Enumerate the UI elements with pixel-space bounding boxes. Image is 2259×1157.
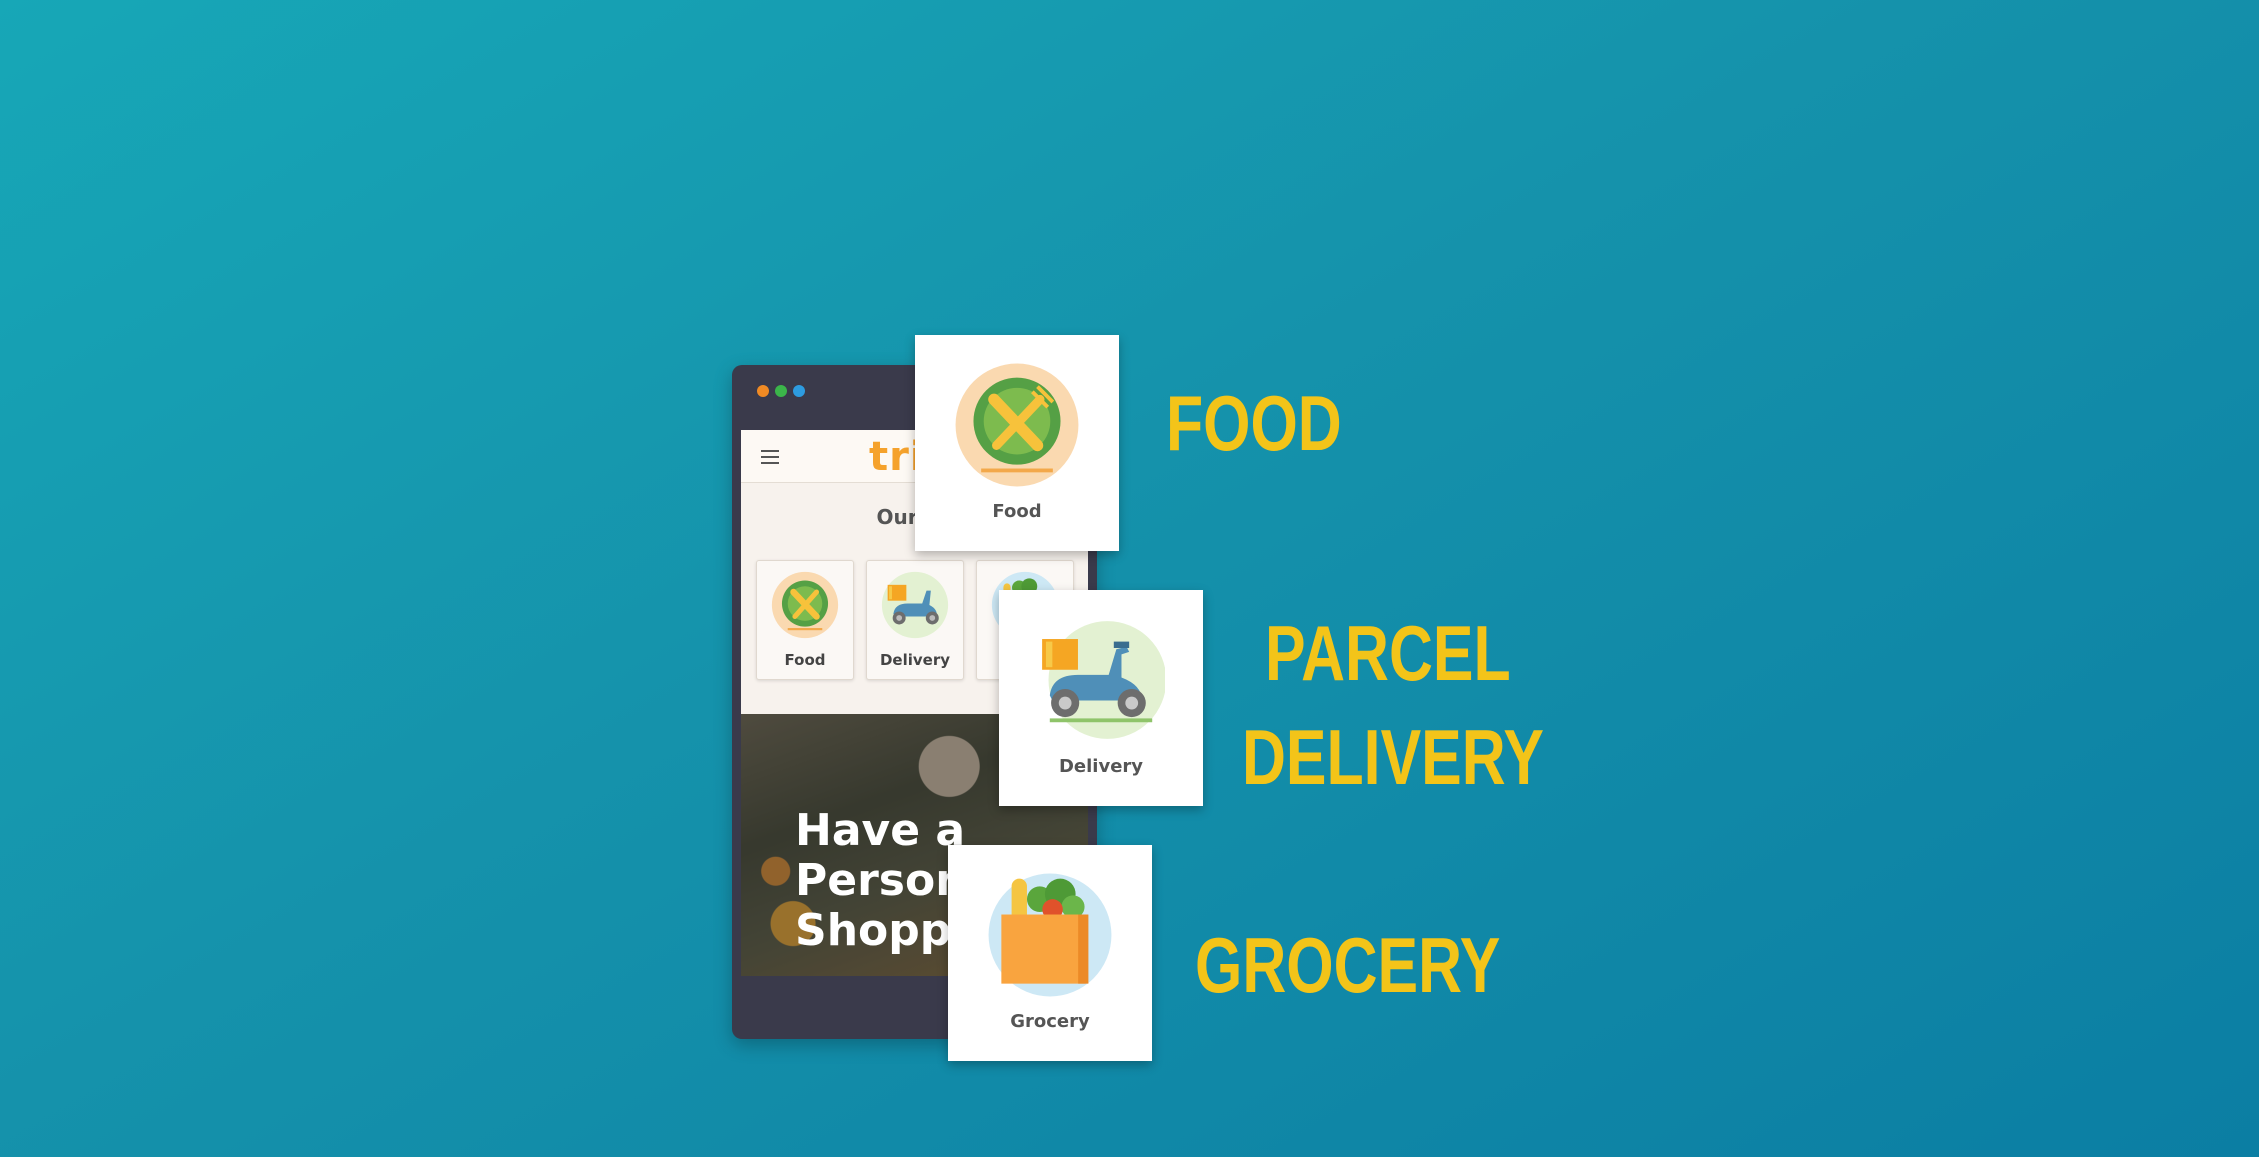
grocery-icon [988, 873, 1112, 997]
service-tile-delivery[interactable]: Delivery [866, 560, 964, 680]
delivery-card-label: Delivery [1058, 756, 1144, 777]
parcel-heading: PARCEL [1265, 609, 1511, 697]
scooter-icon [881, 571, 949, 639]
grocery-heading: GROCERY [1195, 921, 1501, 1009]
scooter-icon [1042, 621, 1165, 739]
food-heading: FOOD [1166, 379, 1342, 467]
window-dot-orange [757, 385, 769, 397]
food-card-label: Food [992, 501, 1042, 522]
window-dot-blue [793, 385, 805, 397]
delivery-card[interactable]: Delivery [999, 590, 1203, 806]
grocery-card[interactable]: Grocery [948, 845, 1152, 1061]
food-icon [955, 363, 1079, 487]
delivery-heading: DELIVERY [1242, 713, 1545, 801]
service-label: Delivery [879, 651, 951, 669]
food-card[interactable]: Food [915, 335, 1119, 551]
window-dot-green [775, 385, 787, 397]
service-tile-food[interactable]: Food [756, 560, 854, 680]
grocery-card-label: Grocery [1010, 1011, 1090, 1032]
service-label: Food [784, 651, 826, 669]
menu-icon[interactable] [761, 450, 779, 468]
food-icon [771, 571, 839, 639]
